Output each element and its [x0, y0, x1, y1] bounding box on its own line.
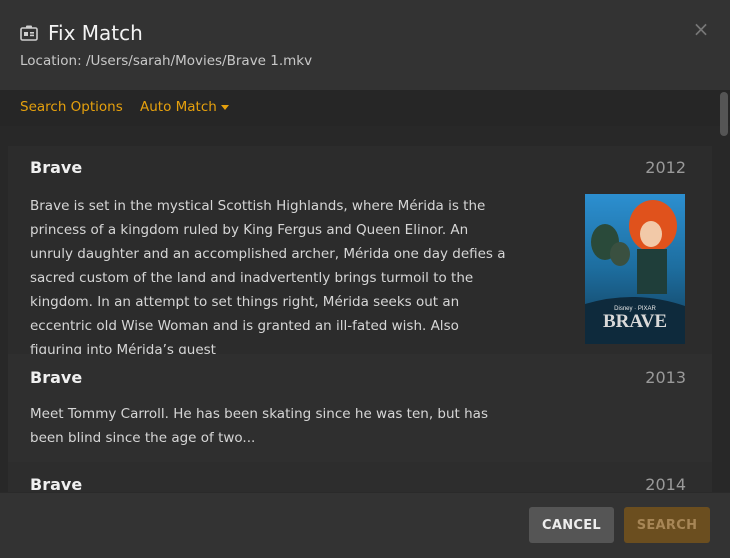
cancel-button[interactable]: CANCEL — [529, 507, 614, 543]
result-title: Brave — [30, 475, 83, 492]
result-item[interactable]: Brave 2013 Meet Tommy Carroll. He has be… — [8, 354, 712, 462]
search-options-link[interactable]: Search Options — [20, 99, 123, 115]
result-item[interactable]: Brave 2012 Brave is set in the mystical … — [8, 146, 712, 358]
fix-match-dialog: Fix Match Location: /Users/sarah/Movies/… — [0, 0, 730, 558]
auto-match-dropdown[interactable]: Auto Match — [140, 99, 229, 115]
search-button[interactable]: SEARCH — [624, 507, 710, 543]
result-item[interactable]: Brave 2014 — [8, 462, 712, 492]
result-year: 2014 — [645, 475, 686, 492]
dialog-header: Fix Match Location: /Users/sarah/Movies/… — [0, 0, 730, 90]
movie-poster: Disney · PIXAR BRAVE — [585, 194, 685, 344]
file-location: Location: /Users/sarah/Movies/Brave 1.mk… — [20, 53, 313, 69]
result-year: 2013 — [645, 368, 686, 387]
close-icon[interactable]: × — [690, 18, 712, 40]
result-title: Brave — [30, 158, 83, 177]
dialog-footer: CANCEL SEARCH — [0, 492, 730, 558]
result-summary: Meet Tommy Carroll. He has been skating … — [30, 406, 488, 446]
calendar-badge-icon — [20, 24, 38, 42]
options-bar: Search Options Auto Match — [0, 90, 730, 126]
result-title: Brave — [30, 368, 83, 387]
poster-title: BRAVE — [603, 311, 667, 332]
dialog-title: Fix Match — [48, 21, 143, 45]
title-row: Fix Match — [20, 18, 143, 48]
auto-match-label: Auto Match — [140, 99, 217, 115]
result-summary: Brave is set in the mystical Scottish Hi… — [30, 198, 506, 358]
result-year: 2012 — [645, 158, 686, 177]
results-scrollbar[interactable] — [720, 92, 728, 136]
caret-down-icon — [220, 104, 229, 110]
results-list[interactable]: Brave 2012 Brave is set in the mystical … — [0, 126, 730, 492]
